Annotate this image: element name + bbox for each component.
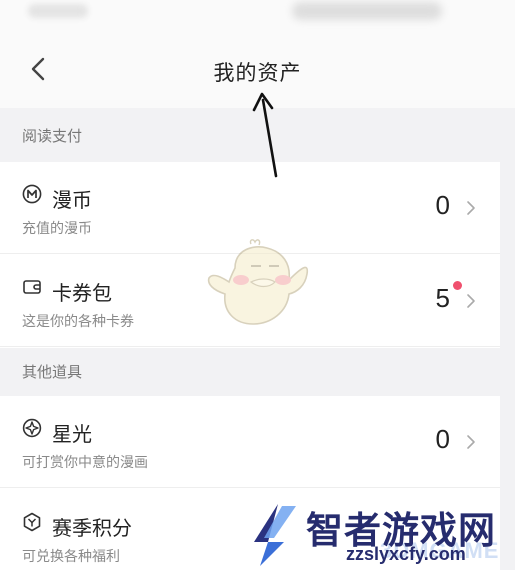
chevron-right-icon xyxy=(467,201,475,215)
row-subtitle: 充值的漫币 xyxy=(22,220,92,236)
row-value: 0 xyxy=(435,424,450,454)
row-subtitle: 可兑换各种福利 xyxy=(22,548,120,564)
new-badge-dot xyxy=(453,281,462,290)
row-subtitle: 这是你的各种卡券 xyxy=(22,313,134,329)
watermark-url: zzslyxcfy.com xyxy=(346,544,466,564)
row-title: 卡券包 xyxy=(52,283,112,305)
watermark-logo-icon xyxy=(254,504,296,566)
annotation-arrow xyxy=(252,92,278,178)
row-value: 0 xyxy=(435,190,450,220)
row-title: 赛季积分 xyxy=(52,518,132,540)
chevron-right-icon xyxy=(467,294,475,308)
section-header-other-items: 其他道具 xyxy=(0,348,515,396)
starlight-icon xyxy=(22,418,42,438)
season-points-icon xyxy=(23,512,41,532)
site-watermark: 3DMGAME 智者游戏网 zzslyxcfy.com xyxy=(238,498,515,570)
chevron-right-icon xyxy=(467,435,475,449)
page-title: 我的资产 xyxy=(213,62,302,85)
blurred-status-left xyxy=(28,4,88,18)
manbi-m-icon xyxy=(22,184,42,204)
row-value: 5 xyxy=(435,283,450,313)
asset-row-starlight[interactable]: 星光 可打赏你中意的漫画 0 xyxy=(0,396,500,488)
row-subtitle: 可打赏你中意的漫画 xyxy=(22,454,148,470)
row-title: 漫币 xyxy=(52,190,92,212)
chick-mascot-watermark xyxy=(207,239,309,325)
blurred-status-right xyxy=(292,2,442,20)
card-wallet-icon xyxy=(23,280,41,294)
status-bar xyxy=(0,0,515,30)
row-title: 星光 xyxy=(52,424,92,446)
